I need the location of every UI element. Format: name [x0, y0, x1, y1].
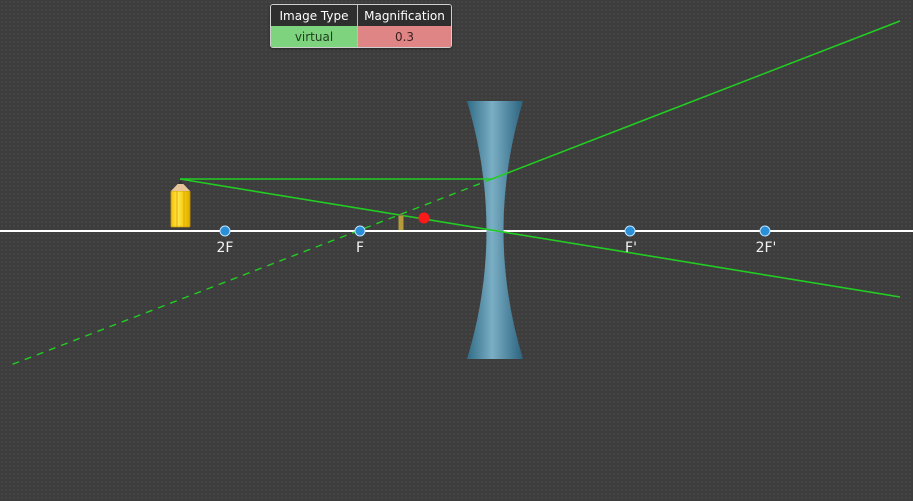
focal-point-f-prime[interactable] [624, 225, 636, 237]
table-header-row: Image Type Magnification [271, 5, 451, 26]
header-image-type: Image Type [271, 5, 358, 26]
ray-virtual-extension [7, 178, 493, 367]
focal-point-f[interactable] [354, 225, 366, 237]
image-type-value: virtual [271, 26, 358, 47]
focal-point-2f-prime[interactable] [759, 225, 771, 237]
image-point-marker[interactable] [418, 212, 430, 224]
image-info-table: Image Type Magnification virtual 0.3 [270, 4, 452, 48]
header-magnification: Magnification [364, 8, 445, 23]
magnification-value: 0.3 [358, 26, 451, 47]
ray-parallel-refracted [491, 20, 901, 180]
ray-through-center [179, 178, 901, 298]
label-2f-prime: 2F' [755, 240, 777, 256]
focal-point-2f[interactable] [219, 225, 231, 237]
label-2f: 2F [216, 240, 234, 256]
pencil-icon[interactable] [170, 180, 191, 228]
virtual-image-marker [398, 213, 404, 230]
label-f-prime: F' [625, 240, 637, 256]
label-f: F [355, 240, 365, 256]
table-value-row: virtual 0.3 [271, 26, 451, 47]
